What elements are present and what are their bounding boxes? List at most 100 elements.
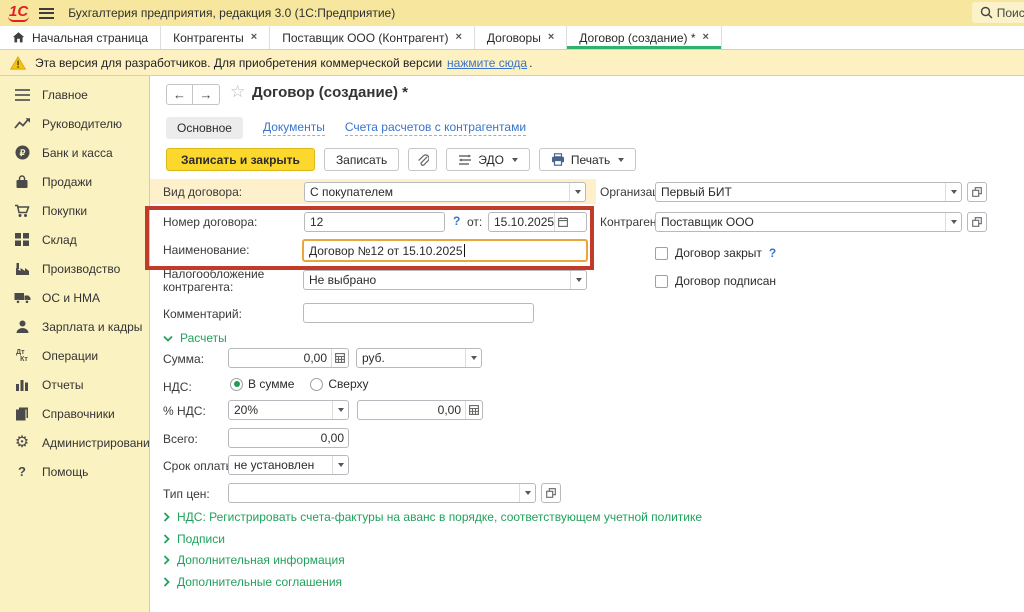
app-window: 1С Бухгалтерия предприятия, редакция 3.0… (0, 0, 1024, 612)
counterparty-select[interactable]: Поставщик ООО (655, 212, 962, 232)
sidebar-item-pomoshch[interactable]: ? Помощь (0, 457, 149, 486)
printer-icon (551, 153, 565, 166)
chevron-down-icon[interactable] (519, 484, 535, 502)
sidebar-item-pokupki[interactable]: Покупки (0, 196, 149, 225)
attachment-button[interactable] (408, 148, 437, 171)
sum-label: Сумма: (163, 352, 204, 366)
close-icon[interactable]: × (548, 32, 554, 43)
tab-dogovory[interactable]: Договоры × (475, 26, 567, 49)
contract-number-input[interactable]: 12 (304, 212, 445, 232)
counterparty-open-button[interactable] (967, 212, 987, 232)
sidebar-item-os-i-nma[interactable]: ОС и НМА (0, 283, 149, 312)
sum-input[interactable]: 0,00 (228, 348, 349, 368)
contract-date-input[interactable]: 15.10.2025 (488, 212, 587, 232)
contract-kind-select[interactable]: С покупателем (304, 182, 586, 202)
expander-dop-informaciya[interactable]: Дополнительная информация (163, 553, 345, 567)
calculator-icon[interactable] (331, 349, 348, 367)
organization-open-button[interactable] (967, 182, 987, 202)
sidebar-item-rukovoditelyu[interactable]: Руководителю (0, 109, 149, 138)
expander-dop-soglasheniya[interactable]: Дополнительные соглашения (163, 575, 342, 589)
radio[interactable] (310, 378, 323, 391)
chevron-down-icon[interactable] (332, 456, 348, 474)
contract-signed-checkbox[interactable]: Договор подписан (655, 274, 776, 288)
sidebar-item-spravochniki[interactable]: Справочники (0, 399, 149, 428)
close-icon[interactable]: × (251, 32, 257, 43)
hamburger-menu-icon[interactable] (39, 8, 54, 19)
tab-postavshchik[interactable]: Поставщик ООО (Контрагент) × (270, 26, 475, 49)
organization-select[interactable]: Первый БИТ (655, 182, 962, 202)
sidebar-item-glavnoe[interactable]: Главное (0, 80, 149, 109)
sidebar-item-bank-i-kassa[interactable]: ₽ Банк и касса (0, 138, 149, 167)
radio-selected[interactable] (230, 378, 243, 391)
chevron-down-icon[interactable] (465, 349, 481, 367)
closed-help-icon[interactable]: ? (769, 246, 776, 260)
global-search[interactable]: Поиск (972, 2, 1024, 23)
calculator-icon[interactable] (465, 401, 482, 419)
calendar-icon[interactable] (554, 213, 571, 231)
sidebar-item-administrirovanie[interactable]: ⚙ Администрирование (0, 428, 149, 457)
cart-icon (13, 204, 31, 218)
save-and-close-button[interactable]: Записать и закрыть (166, 148, 315, 171)
sidebar-item-label: Продажи (42, 175, 92, 189)
save-button[interactable]: Записать (324, 148, 399, 171)
menu-lines-icon (13, 89, 31, 101)
checkbox[interactable] (655, 275, 668, 288)
search-label: Поиск (997, 6, 1024, 20)
chevron-down-icon[interactable] (332, 401, 348, 419)
due-select[interactable]: не установлен (228, 455, 349, 475)
comment-input[interactable] (303, 303, 534, 323)
vat-on-top-radio[interactable]: Сверху (310, 377, 368, 391)
checkbox[interactable] (655, 247, 668, 260)
print-button[interactable]: Печать (539, 148, 636, 171)
comment-label: Комментарий: (163, 307, 242, 321)
sidebar-item-proizvodstvo[interactable]: Производство (0, 254, 149, 283)
sidebar-item-operacii[interactable]: ДтКт Операции (0, 341, 149, 370)
number-help-icon[interactable]: ? (453, 214, 460, 228)
date-label: от: (467, 215, 482, 229)
vat-rate-select[interactable]: 20% (228, 400, 349, 420)
tab-scheta-raschetov[interactable]: Счета расчетов с контрагентами (345, 120, 526, 136)
buy-commercial-link[interactable]: нажмите сюда (447, 56, 527, 70)
tab-osnovnoe[interactable]: Основное (166, 117, 243, 139)
price-type-select[interactable] (228, 483, 536, 503)
chevron-down-icon[interactable] (569, 183, 585, 201)
tax-label-line1: Налогообложение (163, 267, 264, 281)
tab-dogovor-sozdanie[interactable]: Договор (создание) * × (567, 26, 722, 49)
vat-sum-input[interactable]: 0,00 (357, 400, 483, 420)
sidebar-item-zarplata-i-kadry[interactable]: Зарплата и кадры (0, 312, 149, 341)
tab-kontragenty[interactable]: Контрагенты × (161, 26, 270, 49)
total-label: Всего: (163, 432, 198, 446)
calc-section-toggle[interactable]: Расчеты (163, 331, 227, 345)
total-field: 0,00 (228, 428, 349, 448)
tab-dokumenty[interactable]: Документы (263, 120, 325, 136)
currency-select[interactable]: руб. (356, 348, 482, 368)
kind-label: Вид договора: (163, 185, 242, 199)
tab-home[interactable]: Начальная страница (0, 26, 161, 49)
contract-name-input[interactable]: Договор №12 от 15.10.2025 (302, 239, 588, 262)
factory-icon (13, 262, 31, 276)
contract-closed-checkbox[interactable]: Договор закрыт ? (655, 246, 776, 260)
expander-vat-policy[interactable]: НДС: Регистрировать счета-фактуры на ава… (163, 510, 702, 524)
price-type-open-button[interactable] (541, 483, 561, 503)
warning-text: Эта версия для разработчиков. Для приобр… (35, 56, 442, 70)
expander-podpisi[interactable]: Подписи (163, 532, 225, 546)
tax-select[interactable]: Не выбрано (303, 270, 587, 290)
calc-section-label: Расчеты (180, 331, 227, 345)
tab-label: Начальная страница (32, 31, 148, 45)
favorite-star-icon[interactable]: ☆ (230, 82, 245, 102)
trend-chart-icon (13, 117, 31, 130)
forward-button[interactable]: → (193, 84, 220, 105)
tax-label-line2: контрагента: (163, 280, 233, 294)
chevron-down-icon[interactable] (570, 271, 586, 289)
truck-icon (13, 291, 31, 304)
vat-in-sum-radio[interactable]: В сумме (230, 377, 294, 391)
close-icon[interactable]: × (455, 32, 461, 43)
close-icon[interactable]: × (703, 32, 709, 43)
sidebar-item-otchety[interactable]: Отчеты (0, 370, 149, 399)
edo-button[interactable]: ЭДО (446, 148, 530, 171)
back-button[interactable]: ← (166, 84, 193, 105)
chevron-down-icon[interactable] (945, 213, 961, 231)
sidebar-item-sklad[interactable]: Склад (0, 225, 149, 254)
chevron-down-icon[interactable] (945, 183, 961, 201)
sidebar-item-prodazhi[interactable]: Продажи (0, 167, 149, 196)
